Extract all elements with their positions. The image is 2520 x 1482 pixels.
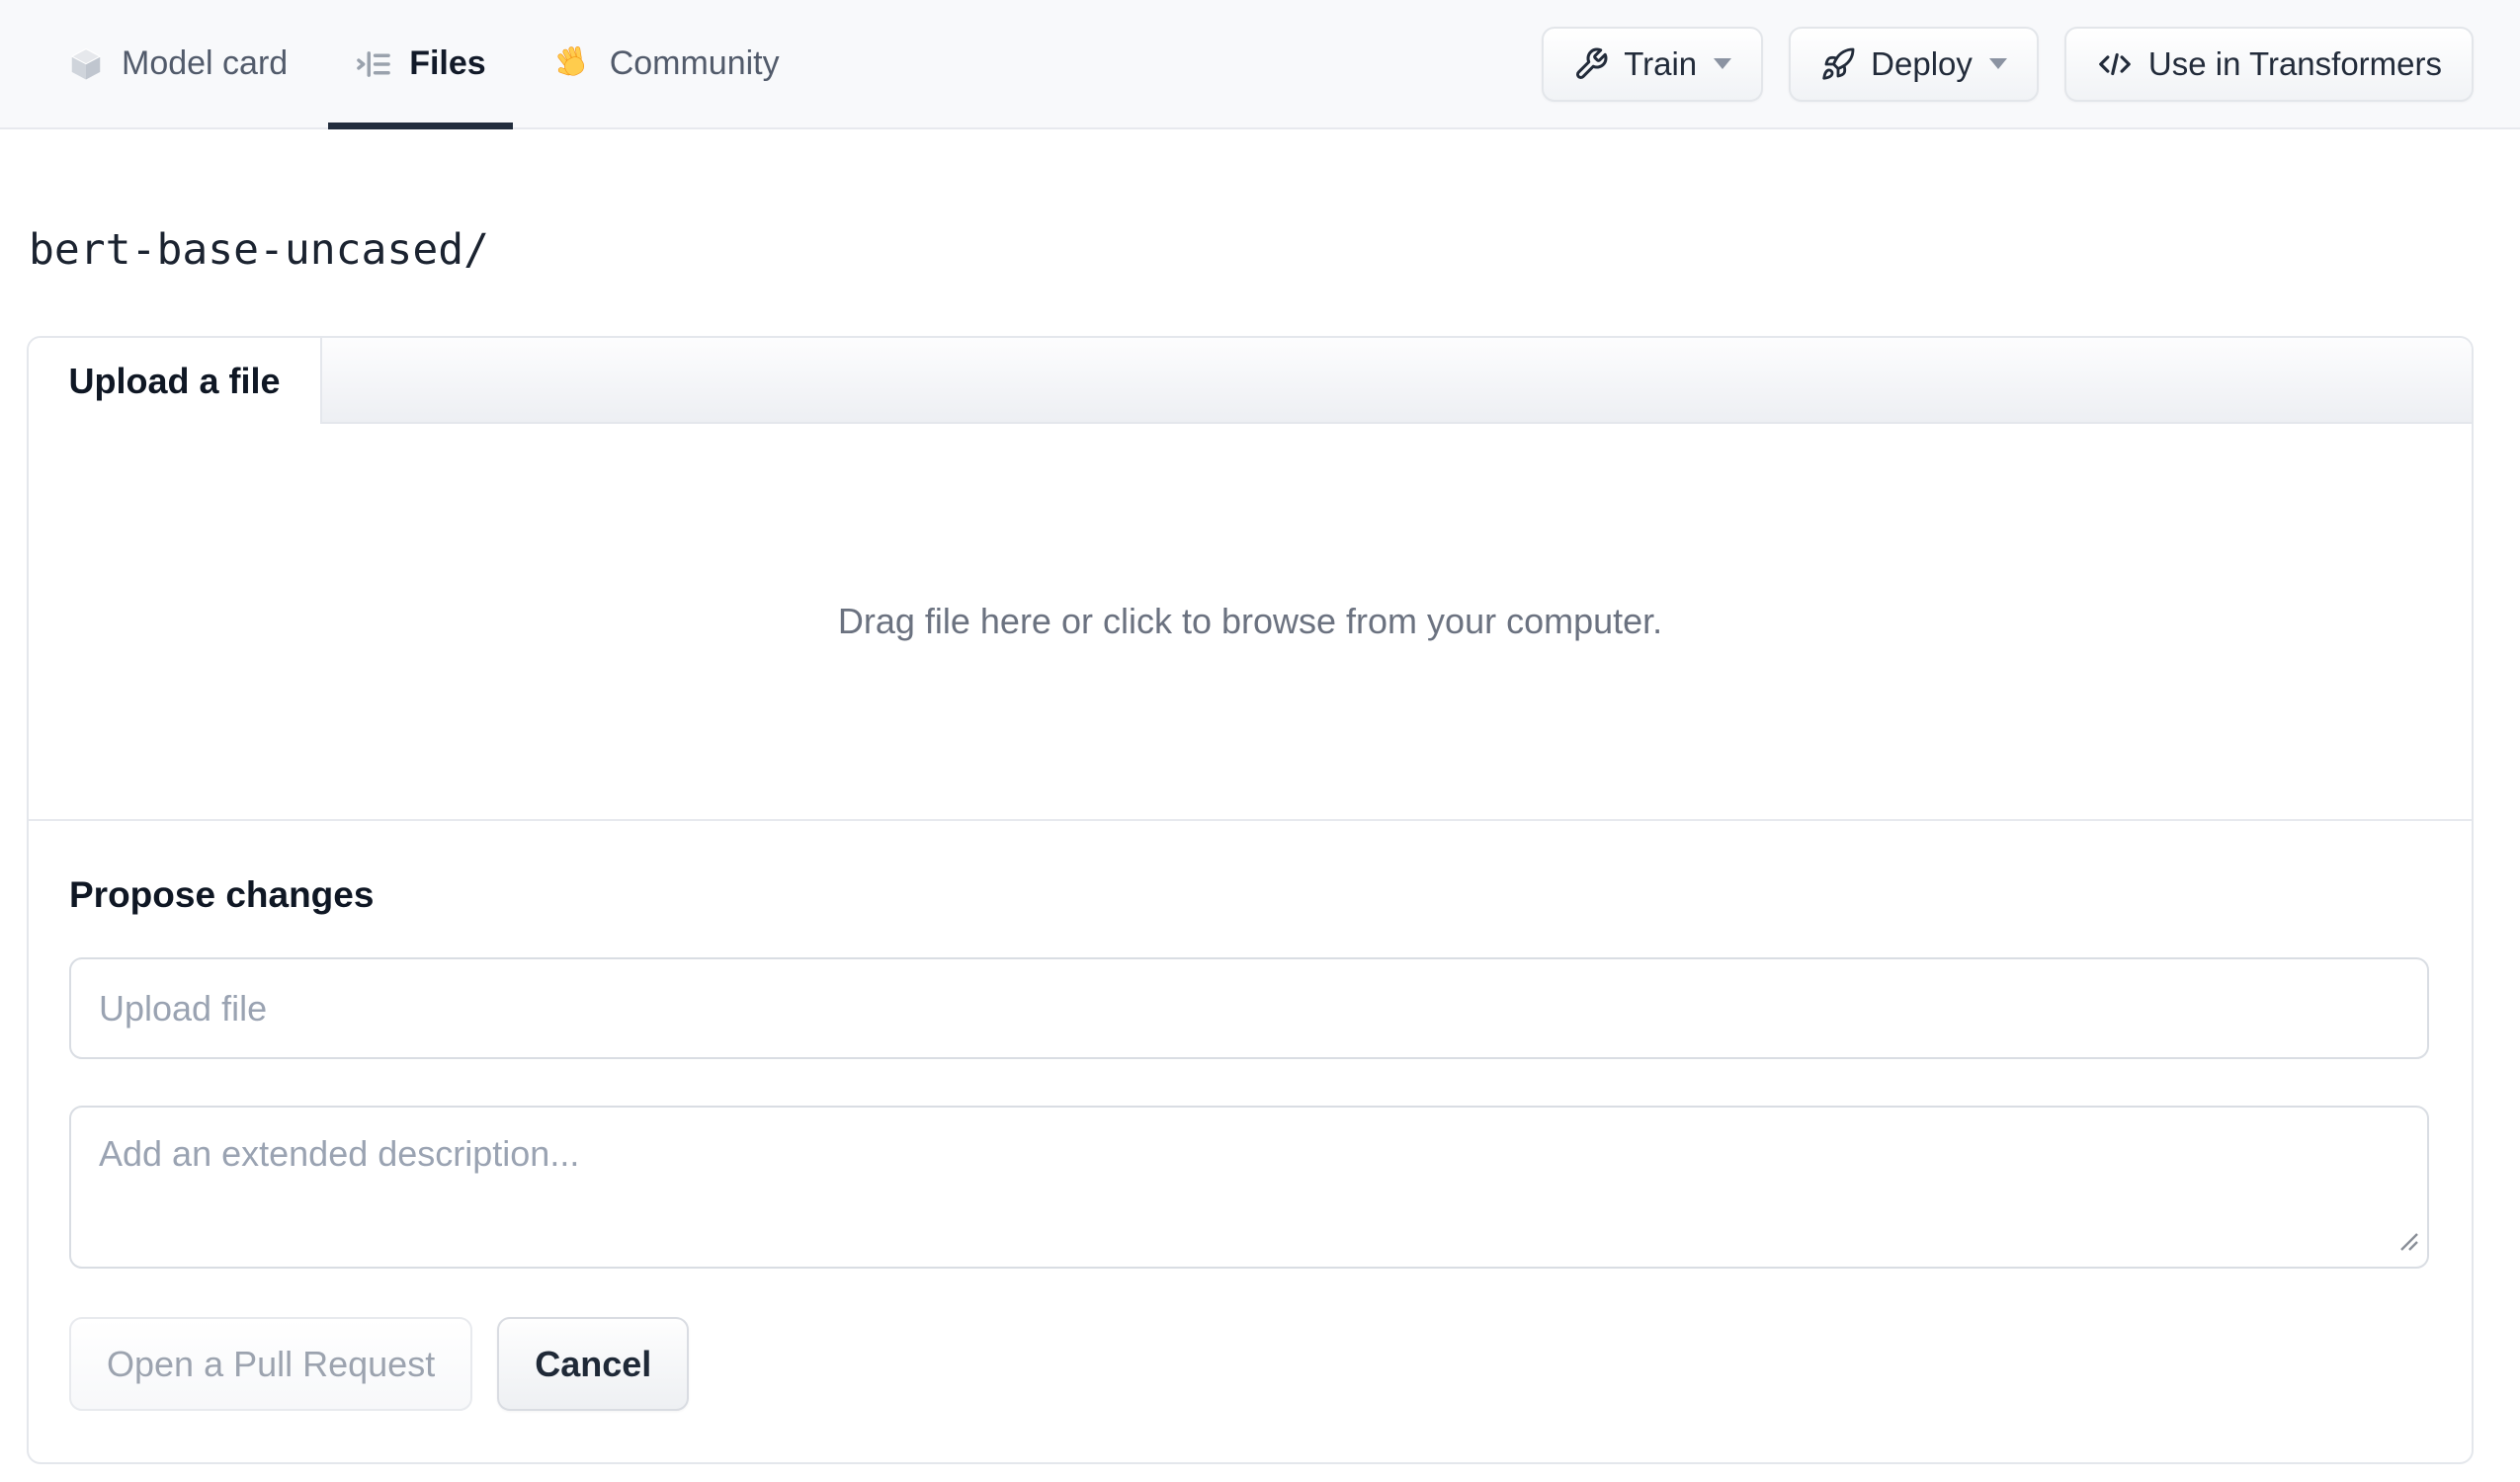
open-pull-request-button[interactable]: Open a Pull Request (69, 1317, 473, 1412)
rocket-icon (1820, 46, 1856, 82)
tab-label: Files (409, 44, 486, 82)
tabrow-filler (322, 338, 2472, 424)
cancel-button[interactable]: Cancel (497, 1317, 690, 1412)
tab-upload-a-file[interactable]: Upload a file (29, 338, 322, 424)
description-field-wrap (69, 1106, 2429, 1270)
waving-hand-icon (553, 44, 593, 84)
extended-description-textarea[interactable] (69, 1106, 2429, 1270)
textarea-resize-handle-icon[interactable] (2394, 1226, 2419, 1257)
cube-icon (67, 45, 105, 83)
code-icon (2096, 45, 2134, 83)
train-button[interactable]: Train (1542, 26, 1764, 102)
tab-label: Model card (122, 44, 289, 82)
use-in-transformers-button[interactable]: Use in Transformers (2063, 26, 2474, 102)
tab-community[interactable]: Community (527, 0, 806, 127)
tab-files[interactable]: Files (328, 0, 513, 129)
file-dropzone[interactable]: Drag file here or click to browse from y… (29, 424, 2472, 821)
files-list-icon (355, 45, 392, 83)
wrench-icon (1573, 46, 1609, 82)
repo-path-breadcrumb[interactable]: bert-base-uncased/ (29, 220, 489, 280)
upload-file-input[interactable] (69, 957, 2429, 1060)
propose-changes-section: Propose changes Open a Pull Request Canc… (29, 821, 2472, 1462)
dropzone-text: Drag file here or click to browse from y… (837, 601, 1663, 641)
chevron-down-icon (1988, 58, 2007, 69)
chevron-down-icon (1714, 58, 1732, 69)
use-in-transformers-label: Use in Transformers (2147, 44, 2442, 82)
repo-tab-nav: Model card Files Community (41, 0, 806, 129)
active-tab-underline (328, 123, 513, 129)
train-label: Train (1624, 44, 1698, 82)
upload-panel-tabrow: Upload a file (29, 338, 2472, 424)
deploy-button[interactable]: Deploy (1789, 26, 2039, 102)
propose-actions-row: Open a Pull Request Cancel (69, 1317, 2429, 1412)
header-actions: Train Deploy Use in Transformers (1542, 0, 2474, 127)
deploy-label: Deploy (1871, 44, 1973, 82)
propose-changes-title: Propose changes (69, 874, 375, 915)
repo-header: Model card Files Community Train Deploy … (0, 0, 2520, 129)
tab-label: Community (609, 44, 780, 82)
upload-panel: Upload a file Drag file here or click to… (27, 336, 2474, 1465)
tab-model-card[interactable]: Model card (41, 0, 314, 127)
